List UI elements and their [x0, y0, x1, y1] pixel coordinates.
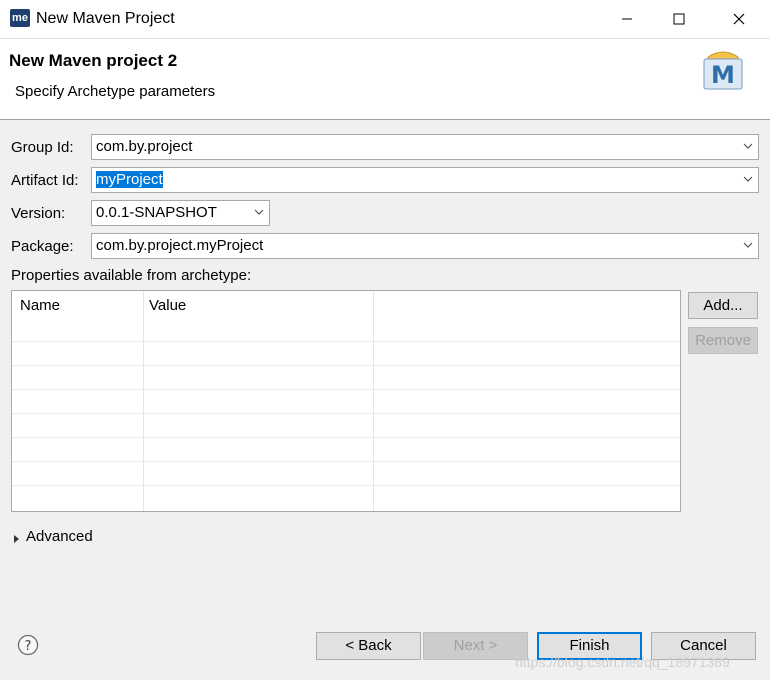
chevron-down-icon	[743, 242, 753, 248]
row-divider	[12, 365, 680, 366]
minimize-icon	[622, 18, 632, 20]
close-button[interactable]	[716, 0, 762, 38]
row-divider	[12, 461, 680, 462]
row-divider	[12, 485, 680, 486]
maximize-button[interactable]	[656, 0, 702, 38]
properties-table[interactable]: Name Value	[11, 290, 681, 512]
watermark-text: https://blog.csdn.net/qq_18971389	[515, 654, 730, 670]
column-divider	[373, 291, 374, 511]
window-title: New Maven Project	[36, 10, 175, 27]
package-value: com.by.project.myProject	[96, 237, 264, 254]
add-button[interactable]: Add...	[688, 292, 758, 319]
row-divider	[12, 341, 680, 342]
expand-triangle-icon[interactable]	[12, 531, 20, 543]
close-icon	[733, 13, 745, 25]
help-icon: ?	[17, 634, 39, 656]
chevron-down-icon	[743, 176, 753, 182]
row-divider	[12, 413, 680, 414]
svg-text:?: ?	[25, 639, 32, 654]
artifact-id-label: Artifact Id:	[11, 172, 79, 189]
group-id-value: com.by.project	[96, 138, 193, 155]
package-label: Package:	[11, 238, 74, 255]
version-label: Version:	[11, 205, 66, 222]
maven-logo-icon: M	[703, 51, 743, 90]
artifact-id-value: myProject	[96, 171, 163, 188]
version-combo[interactable]: 0.0.1-SNAPSHOT	[91, 200, 270, 226]
artifact-id-combo[interactable]: myProject	[91, 167, 759, 193]
next-button[interactable]: Next >	[423, 632, 528, 660]
back-button[interactable]: < Back	[316, 632, 421, 660]
package-combo[interactable]: com.by.project.myProject	[91, 233, 759, 259]
row-divider	[12, 437, 680, 438]
advanced-section-label[interactable]: Advanced	[26, 528, 93, 545]
column-divider	[143, 291, 144, 511]
minimize-button[interactable]	[604, 0, 650, 38]
chevron-down-icon	[743, 143, 753, 149]
page-title: New Maven project 2	[9, 51, 178, 70]
wizard-header: New Maven project 2 Specify Archetype pa…	[0, 39, 770, 120]
group-id-label: Group Id:	[11, 139, 74, 156]
chevron-down-icon	[254, 209, 264, 215]
page-description: Specify Archetype parameters	[15, 83, 216, 100]
maven-app-icon: me	[10, 9, 30, 27]
help-button[interactable]: ?	[17, 634, 39, 656]
row-divider	[12, 389, 680, 390]
maven-logo-letter: M	[711, 61, 735, 89]
maximize-icon	[673, 13, 685, 25]
version-value: 0.0.1-SNAPSHOT	[96, 204, 217, 221]
title-bar: me New Maven Project	[0, 0, 770, 39]
column-header-value[interactable]: Value	[149, 297, 186, 314]
group-id-combo[interactable]: com.by.project	[91, 134, 759, 160]
column-header-name[interactable]: Name	[20, 297, 60, 314]
properties-label: Properties available from archetype:	[11, 267, 252, 284]
remove-button[interactable]: Remove	[688, 327, 758, 354]
